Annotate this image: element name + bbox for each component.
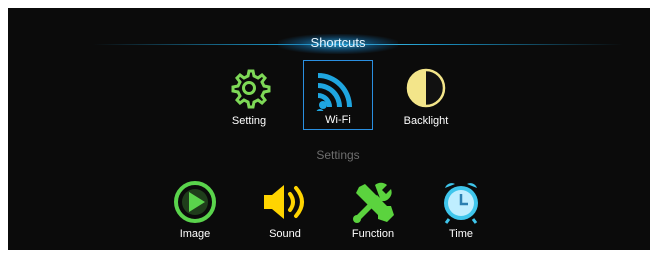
shortcut-label: Time	[448, 228, 474, 240]
play-icon	[174, 181, 216, 223]
shortcut-label: Wi-Fi	[325, 114, 351, 126]
shortcuts-screen: Shortcuts Setting Wi-Fi Backlight Settin…	[8, 8, 650, 250]
tools-icon	[353, 182, 394, 223]
page-title: Shortcuts	[310, 35, 366, 50]
wifi-icon	[316, 73, 352, 111]
shortcut-label: Backlight	[403, 115, 449, 127]
shortcut-label: Setting	[231, 115, 267, 127]
shortcut-label: Sound	[269, 228, 301, 240]
shortcut-backlight[interactable]: Backlight	[391, 60, 461, 130]
backlight-icon	[406, 68, 446, 108]
shortcut-wifi[interactable]: Wi-Fi	[303, 60, 373, 130]
shortcut-function[interactable]: Function	[338, 173, 408, 243]
shortcut-label: Function	[351, 228, 395, 240]
alarm-clock-icon	[444, 183, 478, 224]
gear-icon	[231, 69, 271, 109]
section-label: Settings	[316, 148, 360, 162]
shortcut-label: Image	[179, 228, 211, 240]
shortcut-setting[interactable]: Setting	[214, 60, 284, 130]
shortcut-image[interactable]: Image	[160, 173, 230, 243]
shortcut-time[interactable]: Time	[426, 173, 496, 243]
speaker-icon	[264, 185, 304, 219]
shortcut-sound[interactable]: Sound	[250, 173, 320, 243]
